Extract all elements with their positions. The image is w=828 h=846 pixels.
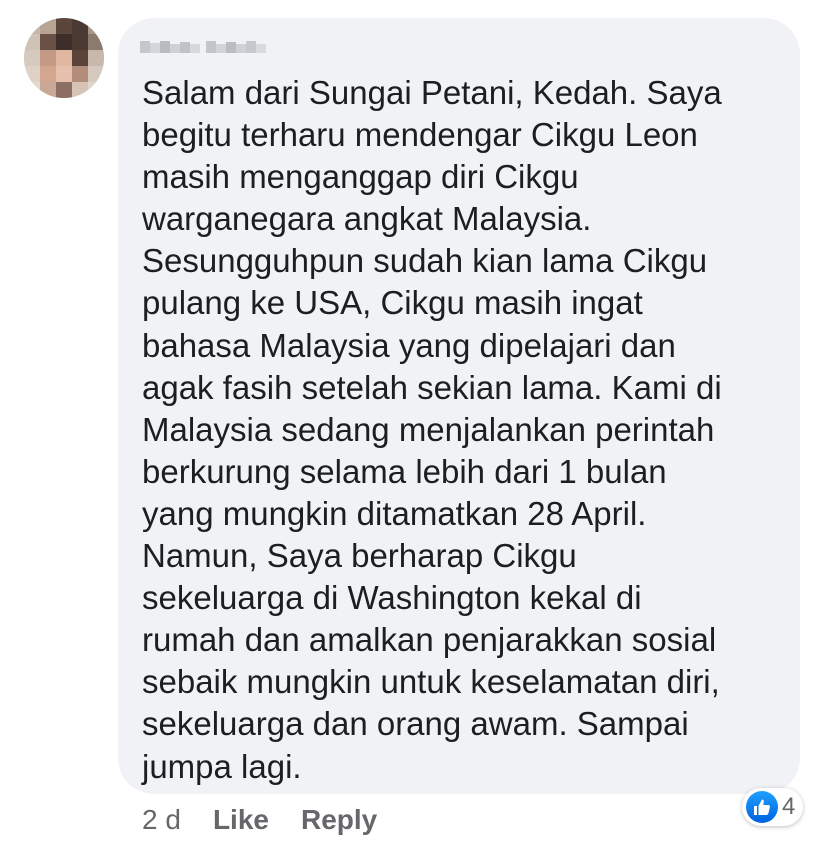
comment-actions: 2 d Like Reply <box>142 804 377 836</box>
comment-line: begitu terharu mendengar Cikgu Leon <box>142 116 698 154</box>
underlined-phrase: Sesungguhpun sudah kian lama Cikgu <box>142 242 708 280</box>
comment-line: masih menganggap diri Cikgu <box>142 158 579 196</box>
underlined-phrase: sekeluarga di Washington kekal di <box>142 579 642 617</box>
reaction-count: 4 <box>782 793 796 820</box>
comment-line: jumpa lagi. <box>142 747 302 785</box>
comment-line: yang mungkin ditamatkan 28 April. <box>142 494 647 532</box>
like-button[interactable]: Like <box>213 804 269 836</box>
comment-line: warganegara angkat Malaysia. <box>142 200 592 238</box>
reaction-summary[interactable]: 4 <box>742 788 804 826</box>
comment-line-underlined: Namun, Saya berharap Cikgu <box>142 537 577 575</box>
underlined-phrase: sebaik mungkin untuk keselamatan diri <box>142 663 711 701</box>
author-name-blurred[interactable] <box>140 38 268 54</box>
thumbs-up-icon <box>746 791 778 823</box>
reply-button[interactable]: Reply <box>301 804 377 836</box>
underlined-phrase: rumah dan amalkan penjarakkan sosial <box>142 621 717 659</box>
blurred-name-icon <box>140 41 266 53</box>
underlined-phrase: bahasa Malaysia yang dipelajari dan <box>142 326 676 364</box>
underlined-phrase: pulang ke USA, Cikgu masih ingat <box>142 284 643 322</box>
comment-line-underlined: sekeluarga di Washington kekal di <box>142 579 642 617</box>
comment-line-mixed: agak fasih setelah sekian lama. Kami di <box>142 368 722 406</box>
avatar[interactable] <box>24 18 104 98</box>
timestamp[interactable]: 2 d <box>142 804 181 836</box>
comment-line: Salam dari Sungai Petani, Kedah. Saya <box>142 74 722 111</box>
comment-line-mixed: sekeluarga dan orang awam. Sampai <box>142 705 689 743</box>
underlined-phrase: sekeluarga dan orang awam <box>142 705 559 743</box>
comment-text: Salam dari Sungai Petani, Kedah. Saya be… <box>142 72 722 788</box>
comment-line: berkurung selama lebih dari 1 bulan <box>142 452 667 490</box>
avatar-image <box>24 18 104 98</box>
comment-line-underlined: Sesungguhpun sudah kian lama Cikgu <box>142 242 708 280</box>
underlined-phrase: Namun, Saya berharap Cikgu <box>142 537 577 575</box>
comment-line-mixed: sebaik mungkin untuk keselamatan diri, <box>142 663 720 701</box>
comment-line-underlined: pulang ke USA, Cikgu masih ingat <box>142 284 643 322</box>
comment-bubble: Salam dari Sungai Petani, Kedah. Saya be… <box>118 18 800 794</box>
comment-line: Malaysia sedang menjalankan perintah <box>142 410 715 448</box>
comment-line-underlined: rumah dan amalkan penjarakkan sosial <box>142 621 717 659</box>
underlined-phrase: agak fasih setelah sekian lama <box>142 368 594 406</box>
comment-line-underlined: bahasa Malaysia yang dipelajari dan <box>142 326 676 364</box>
